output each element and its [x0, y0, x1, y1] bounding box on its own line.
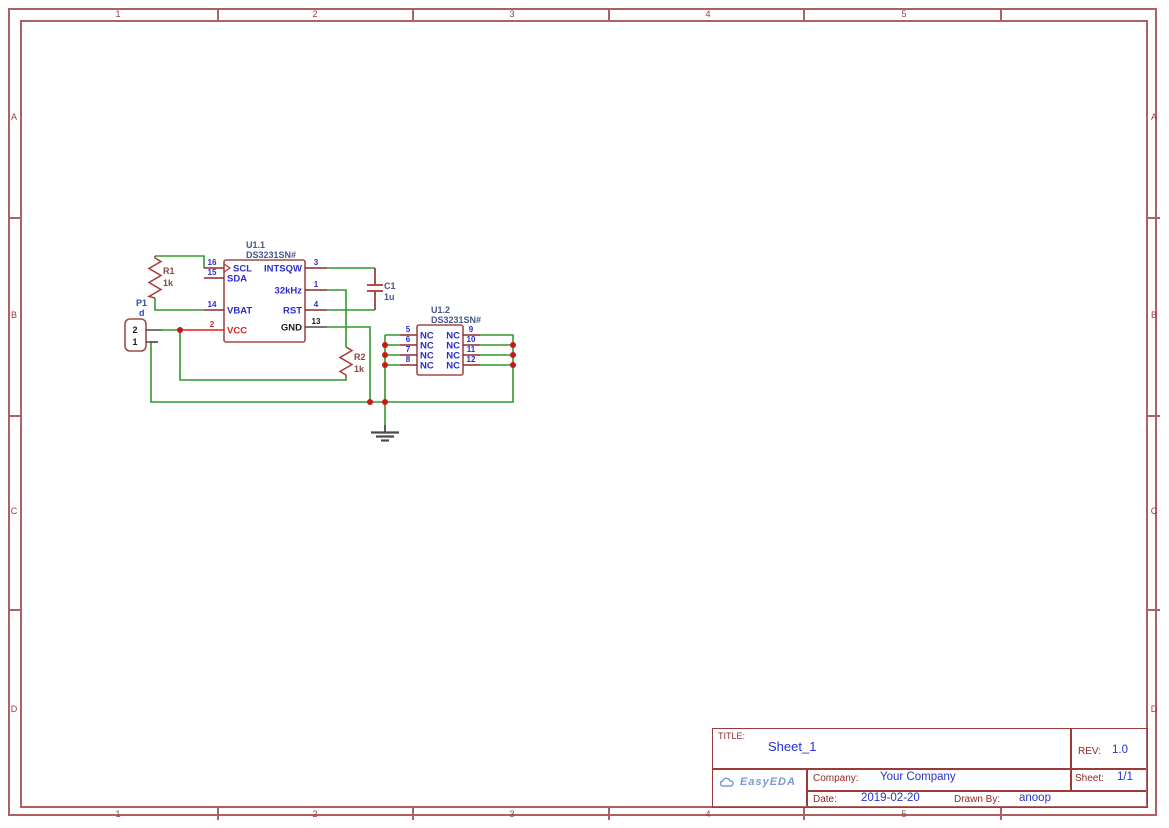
- u1-1-pin2-num: 2: [210, 320, 215, 329]
- wire-vbat: [154, 298, 204, 311]
- u1-1-part[interactable]: DS3231SN#: [246, 250, 296, 260]
- u1-1-pin-gnd-label: GND: [281, 323, 302, 334]
- u1-1-pin-32khz-label: 32kHz: [275, 286, 303, 297]
- u1-1-pin-vbat-label: VBAT: [227, 306, 252, 317]
- u1-2-pin8-num: 8: [406, 355, 411, 364]
- schematic-canvas[interactable]: U1.1 DS3231SN# 16 15 14 2 SCL SDA VBAT V…: [0, 0, 1169, 828]
- easyeda-cloud-icon: [719, 777, 734, 787]
- rev-label: REV:: [1078, 746, 1101, 757]
- u1-2-pin9-num: 9: [469, 325, 474, 334]
- r1-ref[interactable]: R1: [163, 266, 175, 276]
- u1-1-pin1-num: 1: [314, 280, 319, 289]
- p1-value[interactable]: d: [139, 308, 145, 318]
- u1-1-pin-vcc-label: VCC: [227, 326, 247, 337]
- u1-2-part[interactable]: DS3231SN#: [431, 315, 481, 325]
- r2-ref[interactable]: R2: [354, 352, 366, 362]
- sheet-value[interactable]: 1/1: [1117, 771, 1133, 783]
- u1-2-pin12-nc: NC: [446, 361, 460, 372]
- component-r1[interactable]: R1 1k: [147, 256, 175, 299]
- titleblock-divider: [806, 790, 1146, 792]
- r2-value[interactable]: 1k: [354, 364, 365, 374]
- r1-value[interactable]: 1k: [163, 278, 174, 288]
- title-label: TITLE:: [718, 731, 746, 741]
- ground-symbol[interactable]: [371, 425, 399, 442]
- p1-pin2-label: 2: [132, 325, 137, 335]
- u1-1-pin-intsqw-label: INTSQW: [264, 264, 302, 275]
- drawn-by-value[interactable]: anoop: [1019, 792, 1051, 804]
- wire-32khz-r2: [327, 289, 347, 347]
- date-value[interactable]: 2019-02-20: [861, 792, 920, 804]
- u1-1-pin-rst-label: RST: [283, 306, 302, 317]
- u1-2-pin11-num: 11: [467, 345, 476, 354]
- c1-value[interactable]: 1u: [384, 292, 395, 302]
- u1-1-pin14-num: 14: [208, 300, 217, 309]
- c1-ref[interactable]: C1: [384, 281, 396, 291]
- title-block: TITLE: Sheet_1 REV: 1.0 Company: Your Co…: [712, 728, 1148, 808]
- drawn-by-label: Drawn By:: [954, 794, 1001, 805]
- component-p1[interactable]: P1 d 2 1: [124, 298, 162, 352]
- u1-1-pin4-num: 4: [314, 300, 319, 309]
- titleblock-divider: [806, 768, 808, 806]
- u1-2-pin5-num: 5: [406, 325, 411, 334]
- titleblock-divider: [1070, 729, 1072, 790]
- p1-pin1-label: 1: [132, 337, 137, 347]
- sheet-label: Sheet:: [1075, 773, 1104, 784]
- sheet-title[interactable]: Sheet_1: [768, 739, 816, 754]
- u1-2-pin12-num: 12: [467, 355, 476, 364]
- u1-1-pin16-num: 16: [208, 258, 217, 267]
- company-label: Company:: [813, 773, 859, 784]
- u1-1-ref[interactable]: U1.1: [246, 240, 265, 250]
- component-c1[interactable]: C1 1u: [367, 268, 396, 310]
- date-label: Date:: [813, 794, 837, 805]
- u1-1-pin15-num: 15: [208, 268, 217, 277]
- u1-2-ref[interactable]: U1.2: [431, 305, 450, 315]
- u1-2-pin10-num: 10: [467, 335, 476, 344]
- easyeda-logo-text: EasyEDA: [740, 776, 796, 788]
- u1-1-pin3-num: 3: [314, 258, 319, 267]
- component-u1-2[interactable]: U1.2 DS3231SN# 5 6 7 8 NC NC NC NC 9 10 …: [400, 305, 481, 376]
- r2-body[interactable]: [338, 346, 354, 377]
- easyeda-logo: EasyEDA: [719, 776, 796, 788]
- component-r2[interactable]: R2 1k: [338, 346, 366, 377]
- u1-1-pin-sda-label: SDA: [227, 274, 247, 285]
- wire-u12-right: [480, 344, 513, 366]
- schematic-sheet: 1 2 3 4 5 1 2 3 4 5 A B C D A B C D U1.1…: [0, 0, 1169, 828]
- r1-body[interactable]: [147, 256, 163, 299]
- company-value[interactable]: Your Company: [880, 771, 956, 783]
- p1-ref[interactable]: P1: [136, 298, 147, 308]
- titleblock-divider: [713, 768, 1146, 770]
- rev-value[interactable]: 1.0: [1112, 744, 1128, 756]
- u1-2-pin7-num: 7: [406, 345, 411, 354]
- u1-2-pin6-num: 6: [406, 335, 411, 344]
- u1-1-pin13-num: 13: [312, 317, 321, 326]
- u1-2-pin8-nc: NC: [420, 361, 434, 372]
